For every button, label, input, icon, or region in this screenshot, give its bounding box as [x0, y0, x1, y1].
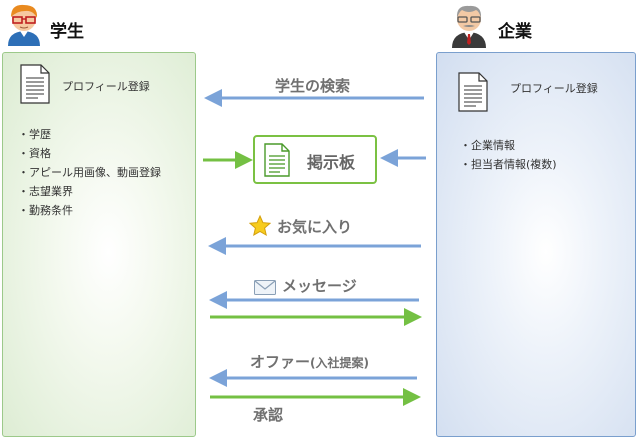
approve-label: 承認: [253, 406, 284, 424]
offer-label: オファー(入社提案): [250, 351, 369, 372]
envelope-icon: [254, 280, 276, 295]
message-label: メッセージ: [282, 277, 357, 295]
star-icon: [249, 215, 271, 237]
favorite-label: お気に入り: [277, 218, 353, 236]
bulletin-board: 掲示板: [253, 135, 377, 184]
document-icon: [264, 143, 290, 177]
offer-main-label: オファー: [250, 353, 311, 371]
bulletin-board-label: 掲示板: [307, 153, 356, 172]
offer-sub-label: (入社提案): [310, 356, 369, 370]
search-label: 学生の検索: [275, 77, 351, 95]
